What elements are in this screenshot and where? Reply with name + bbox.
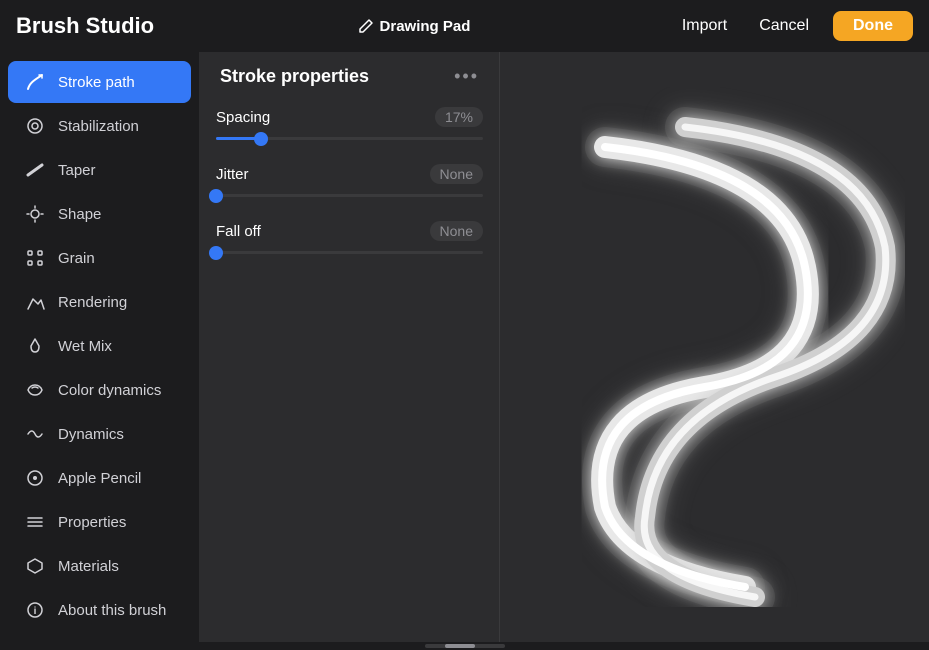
dynamics-icon — [24, 423, 46, 445]
main-layout: Stroke path Stabilization Taper Shape Gr… — [0, 52, 929, 642]
properties-list: Spacing 17% Jitter None Fall off None — [200, 99, 499, 262]
sidebar-item-taper[interactable]: Taper — [8, 149, 191, 191]
sidebar-item-shape[interactable]: Shape — [8, 193, 191, 235]
sidebar-item-stabilization[interactable]: Stabilization — [8, 105, 191, 147]
sidebar-item-label-about-brush: About this brush — [58, 602, 166, 619]
import-button[interactable]: Import — [674, 13, 735, 39]
sidebar-item-about-brush[interactable]: i About this brush — [8, 589, 191, 631]
edit-icon — [358, 18, 374, 34]
property-row-fall-off: Fall off None — [216, 221, 483, 254]
app-title: Brush Studio — [16, 13, 154, 39]
rendering-icon — [24, 291, 46, 313]
sidebar-item-wet-mix[interactable]: Wet Mix — [8, 325, 191, 367]
color-dynamics-icon — [24, 379, 46, 401]
sidebar-item-rendering[interactable]: Rendering — [8, 281, 191, 323]
drawing-pad-label: Drawing Pad — [380, 18, 471, 35]
sidebar-item-label-shape: Shape — [58, 206, 101, 223]
content-panel-title: Stroke properties — [220, 66, 369, 87]
svg-text:i: i — [34, 606, 37, 617]
sidebar-item-stroke-path[interactable]: Stroke path — [8, 61, 191, 103]
sidebar-item-label-rendering: Rendering — [58, 294, 127, 311]
sidebar-item-color-dynamics[interactable]: Color dynamics — [8, 369, 191, 411]
property-label-row-spacing: Spacing 17% — [216, 107, 483, 127]
materials-icon — [24, 555, 46, 577]
about-brush-icon: i — [24, 599, 46, 621]
sidebar-item-label-stroke-path: Stroke path — [58, 74, 135, 91]
slider-thumb-fall-off — [209, 246, 223, 260]
bottom-bar — [0, 642, 929, 650]
property-value-spacing: 17% — [435, 107, 483, 127]
canvas-inner — [500, 52, 929, 642]
sidebar-item-materials[interactable]: Materials — [8, 545, 191, 587]
property-label-row-jitter: Jitter None — [216, 164, 483, 184]
shape-icon — [24, 203, 46, 225]
apple-pencil-icon — [24, 467, 46, 489]
property-value-fall-off: None — [430, 221, 483, 241]
wet-mix-icon — [24, 335, 46, 357]
scroll-thumb — [445, 644, 475, 648]
stabilization-icon — [24, 115, 46, 137]
slider-thumb-jitter — [209, 189, 223, 203]
scroll-indicator — [425, 644, 505, 648]
done-button[interactable]: Done — [833, 11, 913, 41]
sidebar: Stroke path Stabilization Taper Shape Gr… — [0, 52, 200, 642]
sidebar-item-label-materials: Materials — [58, 558, 119, 575]
cancel-button[interactable]: Cancel — [751, 13, 817, 39]
property-label-spacing: Spacing — [216, 109, 270, 126]
sidebar-item-label-taper: Taper — [58, 162, 96, 179]
top-bar-center: Drawing Pad — [350, 14, 479, 39]
sidebar-item-label-dynamics: Dynamics — [58, 426, 124, 443]
brush-stroke-svg — [525, 87, 905, 607]
sidebar-item-properties[interactable]: Properties — [8, 501, 191, 543]
property-label-fall-off: Fall off — [216, 223, 261, 240]
content-panel-header: Stroke properties ••• — [200, 52, 499, 99]
sidebar-item-label-wet-mix: Wet Mix — [58, 338, 112, 355]
sidebar-item-label-stabilization: Stabilization — [58, 118, 139, 135]
sidebar-item-grain[interactable]: Grain — [8, 237, 191, 279]
grain-icon — [24, 247, 46, 269]
sidebar-item-apple-pencil[interactable]: Apple Pencil — [8, 457, 191, 499]
canvas-area[interactable] — [500, 52, 929, 642]
property-label-row-fall-off: Fall off None — [216, 221, 483, 241]
property-row-spacing: Spacing 17% — [216, 107, 483, 140]
sidebar-item-label-apple-pencil: Apple Pencil — [58, 470, 141, 487]
content-panel: Stroke properties ••• Spacing 17% Jitter… — [200, 52, 500, 642]
taper-icon — [24, 159, 46, 181]
top-bar: Brush Studio Drawing Pad Import Cancel D… — [0, 0, 929, 52]
more-button[interactable]: ••• — [454, 66, 479, 87]
drawing-pad-button[interactable]: Drawing Pad — [350, 14, 479, 39]
property-row-jitter: Jitter None — [216, 164, 483, 197]
sidebar-item-dynamics[interactable]: Dynamics — [8, 413, 191, 455]
property-value-jitter: None — [430, 164, 483, 184]
slider-track-fall-off[interactable] — [216, 251, 483, 254]
property-label-jitter: Jitter — [216, 166, 249, 183]
slider-track-jitter[interactable] — [216, 194, 483, 197]
sidebar-item-label-properties: Properties — [58, 514, 126, 531]
sidebar-item-label-color-dynamics: Color dynamics — [58, 382, 161, 399]
slider-track-spacing[interactable] — [216, 137, 483, 140]
top-bar-right: Import Cancel Done — [674, 11, 913, 41]
properties-icon — [24, 511, 46, 533]
slider-thumb-spacing — [254, 132, 268, 146]
sidebar-item-label-grain: Grain — [58, 250, 95, 267]
stroke-path-icon — [24, 71, 46, 93]
